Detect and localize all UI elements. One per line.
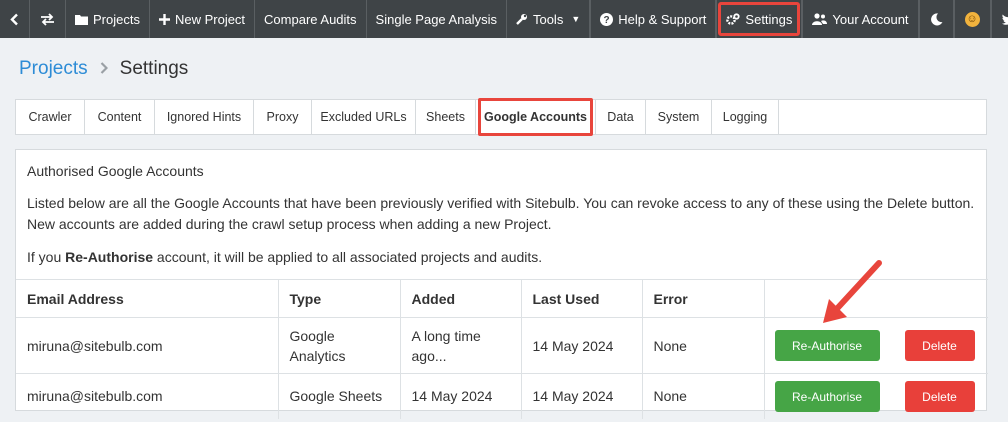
svg-text:?: ?	[604, 15, 610, 26]
header-error: Error	[642, 279, 765, 318]
accounts-table: Email Address Type Added Last Used Error…	[16, 279, 988, 419]
page-title: Settings	[119, 58, 189, 79]
cell-last-used: 14 May 2024	[521, 373, 643, 419]
note-bold: Re-Authorise	[65, 249, 154, 265]
delete-button[interactable]: Delete	[904, 381, 975, 412]
tab-logging[interactable]: Logging	[712, 100, 779, 134]
cogs-icon	[726, 12, 741, 26]
breadcrumb-projects-link[interactable]: Projects	[19, 58, 88, 80]
note-prefix: If you	[27, 249, 66, 265]
wrench-icon	[516, 13, 528, 25]
feedback-button[interactable]: ☺	[953, 0, 991, 38]
nav-new-project[interactable]: New Project	[150, 0, 256, 38]
tab-google-accounts[interactable]: Google Accounts	[476, 98, 596, 136]
twitter-button[interactable]	[990, 0, 1008, 38]
nav-compare-audits[interactable]: Compare Audits	[255, 0, 367, 38]
nav-help-support[interactable]: ? Help & Support	[590, 0, 717, 38]
tab-proxy[interactable]: Proxy	[254, 100, 312, 134]
tab-ignored-hints[interactable]: Ignored Hints	[155, 100, 254, 134]
cell-error: None	[642, 317, 765, 374]
panel-title: Authorised Google Accounts	[27, 163, 204, 179]
cell-actions: Re-Authorise Delete	[764, 373, 988, 419]
note-suffix: account, it will be applied to all assoc…	[153, 249, 543, 265]
nav-your-account[interactable]: Your Account	[802, 0, 919, 38]
tab-content[interactable]: Content	[85, 100, 155, 134]
nav-settings[interactable]: Settings	[716, 0, 803, 38]
nav-compare-audits-label: Compare Audits	[264, 11, 357, 27]
nav-tools-label: Tools	[532, 11, 564, 27]
cell-actions: Re-Authorise Delete	[764, 317, 988, 374]
breadcrumb: Projects Settings	[19, 58, 188, 80]
smiley-icon: ☺	[964, 11, 980, 27]
nav-projects[interactable]: Projects	[66, 0, 150, 38]
cell-email: miruna@sitebulb.com	[16, 373, 279, 419]
reauthorise-note: If you Re-Authorise account, it will be …	[27, 247, 977, 268]
nav-single-page-analysis[interactable]: Single Page Analysis	[367, 0, 507, 38]
cell-last-used: 14 May 2024	[521, 317, 643, 374]
tab-system[interactable]: System	[646, 100, 712, 134]
delete-button[interactable]: Delete	[904, 330, 975, 361]
swap-button[interactable]	[30, 0, 66, 38]
caret-down-icon: ▼	[571, 14, 581, 24]
header-last-used: Last Used	[521, 279, 643, 318]
cell-added: A long time ago...	[400, 317, 522, 374]
nav-help-label: Help & Support	[618, 11, 707, 27]
users-icon	[812, 13, 828, 25]
top-nav: Projects New Project Compare Audits Sing…	[0, 0, 1008, 38]
reauthorise-button[interactable]: Re-Authorise	[774, 381, 880, 412]
table-row: miruna@sitebulb.com Google Analytics A l…	[16, 317, 988, 374]
table-row: miruna@sitebulb.com Google Sheets 14 May…	[16, 373, 988, 419]
nav-projects-label: Projects	[93, 11, 140, 27]
tab-data[interactable]: Data	[596, 100, 646, 134]
nav-account-label: Your Account	[832, 11, 909, 27]
header-email: Email Address	[16, 279, 279, 318]
cell-type: Google Analytics	[278, 317, 401, 374]
description-line-1: Listed below are all the Google Accounts…	[27, 195, 975, 211]
cell-error: None	[642, 373, 765, 419]
chevron-right-icon	[100, 61, 108, 78]
reauthorise-button[interactable]: Re-Authorise	[774, 330, 880, 361]
settings-tabs: Crawler Content Ignored Hints Proxy Excl…	[15, 98, 987, 136]
nav-settings-label: Settings	[745, 11, 793, 27]
cell-email: miruna@sitebulb.com	[16, 317, 279, 374]
plus-icon	[158, 13, 170, 25]
dark-mode-toggle[interactable]	[918, 0, 954, 38]
folder-icon	[75, 14, 88, 25]
tab-crawler[interactable]: Crawler	[16, 100, 85, 134]
description-line-2: New accounts are added during the crawl …	[27, 216, 552, 232]
back-button[interactable]	[0, 0, 30, 38]
chevron-left-icon	[10, 13, 19, 26]
exchange-icon	[40, 12, 55, 26]
nav-tools[interactable]: Tools ▼	[507, 0, 591, 38]
header-added: Added	[400, 279, 522, 318]
cell-type: Google Sheets	[278, 373, 401, 419]
header-type: Type	[278, 279, 401, 318]
tab-sheets[interactable]: Sheets	[416, 100, 476, 134]
question-circle-icon: ?	[600, 12, 614, 26]
nav-single-page-label: Single Page Analysis	[375, 11, 497, 27]
cell-added: 14 May 2024	[400, 373, 522, 419]
google-accounts-panel: Authorised Google Accounts Listed below …	[15, 149, 988, 419]
header-actions	[764, 279, 988, 318]
table-header-row: Email Address Type Added Last Used Error	[16, 279, 988, 318]
description-text: Listed below are all the Google Accounts…	[27, 193, 977, 235]
twitter-icon	[1001, 14, 1008, 25]
moon-icon	[930, 12, 943, 26]
nav-new-project-label: New Project	[174, 11, 246, 27]
tab-excluded-urls[interactable]: Excluded URLs	[312, 100, 416, 134]
